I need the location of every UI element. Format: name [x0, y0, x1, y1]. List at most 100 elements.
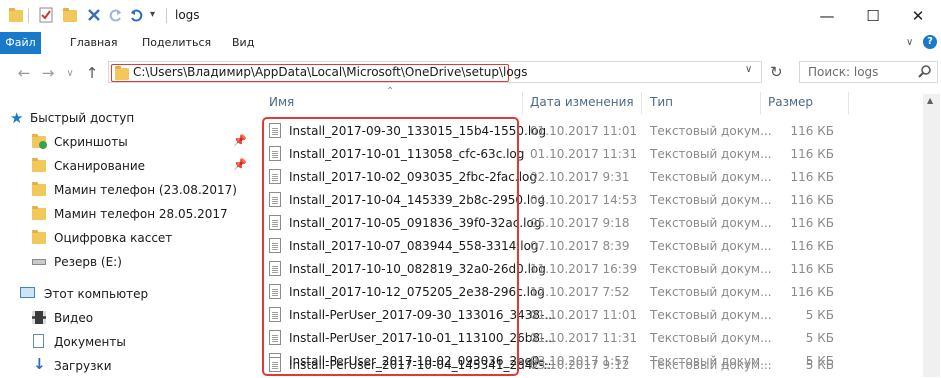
recent-locations-button[interactable]: ∨ — [60, 63, 80, 83]
column-header-date[interactable]: Дата изменения — [530, 95, 634, 113]
tab-home[interactable]: Главная — [62, 32, 126, 54]
selection-highlight-box — [262, 117, 519, 376]
forward-button[interactable]: → — [38, 63, 58, 83]
help-icon[interactable]: ? — [923, 35, 937, 49]
close-button[interactable]: ✕ — [895, 0, 941, 32]
search-box[interactable]: Поиск: logs — [799, 61, 938, 83]
column-divider[interactable] — [522, 92, 523, 114]
separator — [28, 8, 29, 23]
file-type: Текстовый докум... — [650, 193, 772, 207]
file-size: 5 КБ — [805, 308, 834, 322]
drive-icon — [32, 259, 46, 265]
computer-icon — [20, 287, 35, 298]
nav-item-label: Сканирование — [54, 159, 146, 173]
file-date: 04.10.2017 14:53 — [530, 193, 638, 207]
file-type: Текстовый докум... — [650, 358, 772, 372]
file-type: Текстовый докум... — [650, 216, 772, 230]
file-date: 05.10.2017 9:12 — [530, 358, 630, 372]
file-date: 01.10.2017 11:31 — [530, 331, 638, 345]
window-title: logs — [175, 8, 200, 22]
back-button[interactable]: ← — [14, 63, 34, 83]
download-icon: ↓ — [33, 355, 46, 373]
file-date: 02.10.2017 9:31 — [530, 170, 630, 184]
column-divider[interactable] — [760, 92, 761, 114]
customize-toolbar-icon[interactable]: ▾ — [150, 9, 155, 20]
file-date: 07.10.2017 8:39 — [530, 239, 630, 253]
file-size: 116 КБ — [790, 239, 834, 253]
nav-item-label: Резерв (E:) — [54, 255, 122, 269]
refresh-icon[interactable]: ↻ — [770, 63, 783, 81]
nav-item-videos[interactable]: Видео — [0, 306, 255, 330]
scroll-up-arrow-icon[interactable]: ▲ — [927, 96, 933, 105]
title-bar: ▾ logs — ☐ ✕ — [0, 0, 941, 32]
nav-item-label: Мамин телефон (23.08.2017) — [54, 183, 237, 197]
pin-icon[interactable]: 📌 — [233, 158, 247, 171]
nav-item-mom-phone-2[interactable]: Мамин телефон 28.05.2017 — [0, 202, 255, 226]
column-divider[interactable] — [848, 92, 849, 114]
search-icon — [917, 64, 933, 83]
video-icon — [32, 311, 46, 324]
minimize-button[interactable]: — — [804, 0, 850, 32]
file-size: 116 КБ — [790, 285, 834, 299]
properties-icon[interactable] — [38, 7, 54, 23]
address-path[interactable]: C:\Users\Владимир\AppData\Local\Microsof… — [133, 65, 528, 79]
folder-icon — [8, 7, 24, 23]
delete-icon[interactable] — [86, 7, 102, 23]
file-date: 01.10.2017 11:01 — [530, 124, 638, 138]
file-type: Текстовый докум... — [650, 262, 772, 276]
maximize-button[interactable]: ☐ — [850, 0, 896, 32]
undo-icon[interactable] — [128, 7, 144, 23]
redo-icon[interactable] — [108, 7, 124, 23]
file-date: 11.10.2017 16:39 — [530, 262, 638, 276]
nav-item-mom-phone-1[interactable]: Мамин телефон (23.08.2017) — [0, 178, 255, 202]
nav-item-scanning[interactable]: Сканирование 📌 — [0, 154, 255, 178]
nav-item-label: Видео — [54, 311, 94, 325]
nav-item-downloads[interactable]: ↓ Загрузки — [0, 354, 255, 378]
nav-item-label: Мамин телефон 28.05.2017 — [54, 207, 228, 221]
address-dropdown-icon[interactable]: ∨ — [745, 64, 752, 75]
column-header-type[interactable]: Тип — [650, 95, 673, 113]
nav-item-label: Этот компьютер — [44, 287, 149, 301]
file-type: Текстовый докум... — [650, 147, 772, 161]
nav-item-documents[interactable]: Документы — [0, 330, 255, 354]
tab-share[interactable]: Поделиться — [134, 32, 219, 54]
file-type: Текстовый докум... — [650, 308, 772, 322]
file-size: 5 КБ — [805, 331, 834, 345]
column-divider[interactable] — [641, 92, 642, 114]
nav-item-label: Документы — [54, 335, 126, 349]
column-header-name[interactable]: Имя — [269, 95, 294, 113]
nav-item-backup-drive[interactable]: Резерв (E:) — [0, 250, 255, 274]
up-button[interactable]: ↑ — [82, 63, 102, 83]
ribbon-tabs: Файл Главная Поделиться Вид ∨ ? — [0, 32, 941, 55]
tab-file[interactable]: Файл — [0, 32, 41, 54]
search-input[interactable]: Поиск: logs — [808, 65, 878, 79]
pin-icon[interactable]: 📌 — [233, 134, 247, 147]
separator — [166, 8, 167, 23]
file-size: 116 КБ — [790, 262, 834, 276]
star-icon: ★ — [10, 109, 24, 127]
file-size: 116 КБ — [790, 216, 834, 230]
navigation-pane: ★ Быстрый доступ Скриншоты 📌 Сканировани… — [0, 94, 255, 377]
file-size: 116 КБ — [790, 124, 834, 138]
vertical-scrollbar[interactable]: ▲ — [923, 94, 940, 377]
file-size: 116 КБ — [790, 193, 834, 207]
nav-quick-access[interactable]: ★ Быстрый доступ — [0, 106, 255, 130]
file-size: 116 КБ — [790, 147, 834, 161]
file-date: 12.10.2017 7:52 — [530, 285, 630, 299]
nav-item-label: Быстрый доступ — [30, 111, 135, 125]
tab-view[interactable]: Вид — [224, 32, 262, 54]
nav-this-pc[interactable]: Этот компьютер — [0, 282, 255, 306]
file-date: 05.10.2017 9:18 — [530, 216, 630, 230]
nav-item-cassettes[interactable]: Оцифровка кассет — [0, 226, 255, 250]
file-date: 01.10.2017 11:01 — [530, 308, 638, 322]
address-bar[interactable]: C:\Users\Владимир\AppData\Local\Microsof… — [108, 61, 762, 83]
expand-ribbon-icon[interactable]: ∨ — [906, 37, 913, 48]
nav-item-label: Скриншоты — [54, 135, 128, 149]
file-type: Текстовый докум... — [650, 331, 772, 345]
file-date: 01.10.2017 11:31 — [530, 147, 638, 161]
new-folder-icon[interactable] — [62, 7, 78, 23]
column-header-size[interactable]: Размер — [768, 95, 813, 113]
file-type: Текстовый докум... — [650, 170, 772, 184]
nav-item-screenshots[interactable]: Скриншоты 📌 — [0, 130, 255, 154]
sort-ascending-icon: ⌃ — [386, 86, 395, 97]
